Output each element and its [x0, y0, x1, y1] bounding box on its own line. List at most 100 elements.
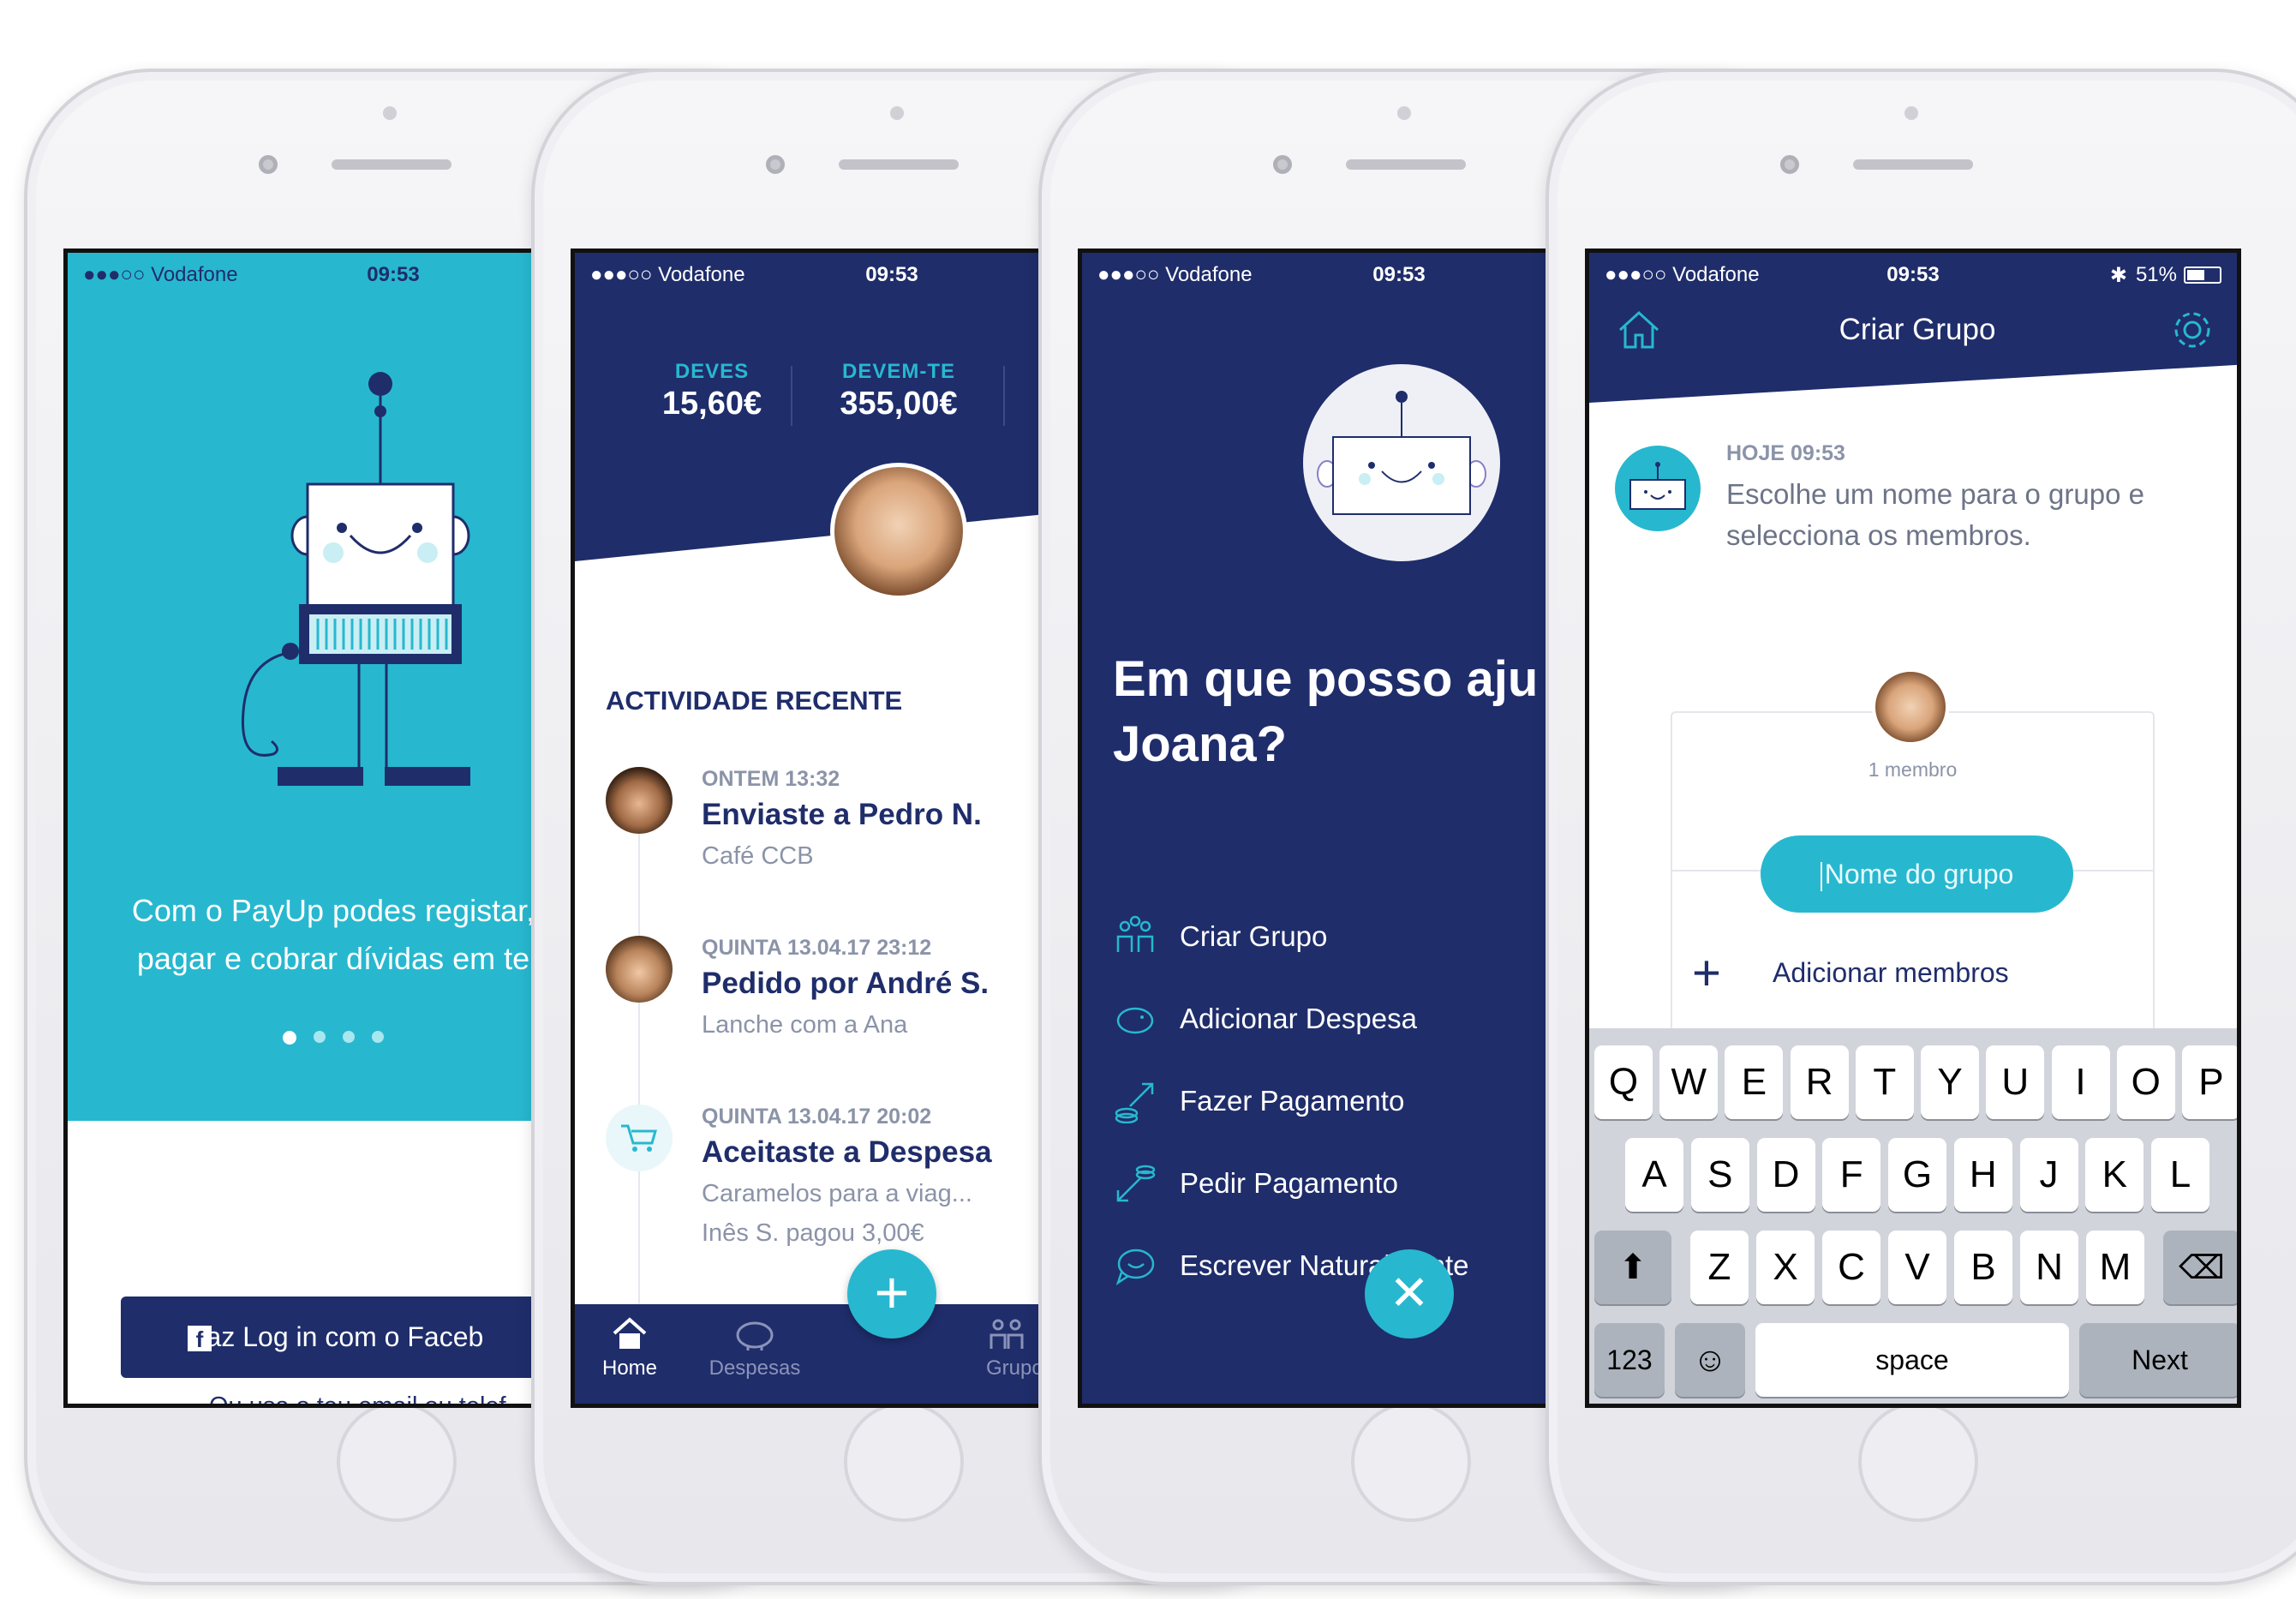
screen-create-group: ●●●○○ Vodafone 09:53 ✱ 51% Criar Grupo H… — [1585, 249, 2241, 1408]
activity-date: ONTEM 13:32 — [702, 767, 840, 791]
keyboard-key[interactable]: L — [2151, 1138, 2209, 1212]
keyboard-key[interactable]: Y — [1921, 1045, 1980, 1119]
status-bar: ●●●○○ Vodafone 09:53 — [575, 253, 1072, 297]
activity-title: Aceitaste a Despesa — [702, 1135, 992, 1169]
space-key[interactable]: space — [1755, 1323, 2069, 1397]
menu-item-add-expense[interactable]: Adicionar Despesa — [1113, 978, 1581, 1060]
earpiece-speaker — [839, 159, 959, 170]
facebook-login-button[interactable]: f Faz Log in com o Faceb — [121, 1297, 556, 1378]
keyboard-key[interactable]: R — [1790, 1045, 1849, 1119]
home-button[interactable] — [1351, 1402, 1471, 1522]
keyboard-key[interactable]: A — [1625, 1138, 1683, 1212]
keyboard-key[interactable]: J — [2019, 1138, 2078, 1212]
cart-icon — [606, 1105, 673, 1171]
tab-expenses[interactable]: Despesas — [703, 1315, 806, 1380]
keyboard-key[interactable]: V — [1888, 1231, 1946, 1304]
tab-label: Home — [601, 1356, 658, 1380]
activity-title: Pedido por André S. — [702, 967, 990, 1000]
battery-icon — [2184, 266, 2221, 284]
keyboard-key[interactable]: P — [2181, 1045, 2237, 1119]
facebook-login-label: Faz Log in com o Faceb — [189, 1321, 484, 1352]
robot-icon — [1629, 462, 1686, 510]
page-dot[interactable] — [343, 1031, 355, 1043]
intro-line-2: pagar e cobrar dívidas em te — [136, 941, 530, 976]
keyboard-key[interactable]: W — [1659, 1045, 1719, 1119]
alt-login-link[interactable]: Ou usa o teu email ou telef — [209, 1392, 556, 1404]
carrier-label: ●●●○○ Vodafone — [1097, 263, 1253, 286]
status-bar: ●●●○○ Vodafone 09:53 — [1082, 253, 1581, 297]
numbers-key[interactable]: 123 — [1594, 1323, 1665, 1397]
next-key[interactable]: Next — [2079, 1323, 2237, 1397]
assistant-menu: Criar Grupo Adicionar Despesa Fazer Paga… — [1113, 895, 1581, 1307]
sensor-dot — [383, 106, 397, 120]
group-name-input[interactable]: Nome do grupo — [1761, 835, 2073, 913]
activity-date: QUINTA 13.04.17 20:02 — [702, 1105, 932, 1129]
home-button[interactable] — [1858, 1402, 1978, 1522]
menu-label: Fazer Pagamento — [1180, 1085, 1405, 1117]
balance-owed[interactable]: DEVEM-TE 355,00€ — [813, 360, 984, 422]
backspace-key[interactable]: ⌫ — [2163, 1231, 2237, 1304]
balance-owe[interactable]: DEVES 15,60€ — [626, 360, 798, 422]
keyboard-key[interactable]: X — [1756, 1231, 1815, 1304]
activity-subtitle: Café CCB — [702, 842, 814, 870]
add-fab-button[interactable]: + — [847, 1249, 936, 1338]
menu-item-write-naturally[interactable]: Escrever Naturalmente — [1113, 1225, 1581, 1307]
keyboard-key[interactable]: C — [1822, 1231, 1880, 1304]
emoji-key[interactable]: ☺ — [1675, 1323, 1745, 1397]
tab-home[interactable]: Home — [595, 1315, 664, 1380]
message-line-1: Escolhe um nome para o grupo e — [1726, 478, 2144, 510]
close-fab-button[interactable]: ✕ — [1365, 1249, 1454, 1338]
status-time: 09:53 — [367, 263, 420, 286]
home-button[interactable] — [337, 1402, 457, 1522]
member-avatar[interactable] — [1872, 668, 1949, 746]
menu-item-make-payment[interactable]: Fazer Pagamento — [1113, 1060, 1581, 1142]
keyboard-key[interactable]: S — [1690, 1138, 1749, 1212]
keyboard-key[interactable]: D — [1756, 1138, 1815, 1212]
page-dot-active[interactable] — [283, 1031, 296, 1045]
keyboard-row-2: ASDFGHJKL — [1625, 1138, 2209, 1212]
emoji-icon: ☺ — [1692, 1341, 1728, 1379]
screen-assistant: ●●●○○ Vodafone 09:53 Em que posso aju Jo… — [1078, 249, 1585, 1408]
shift-key[interactable]: ⬆ — [1594, 1231, 1671, 1304]
keyboard-key[interactable]: F — [1822, 1138, 1881, 1212]
page-dot[interactable] — [314, 1031, 326, 1043]
keyboard-key[interactable]: M — [2086, 1231, 2144, 1304]
keyboard-key[interactable]: U — [1986, 1045, 2045, 1119]
screen-onboarding: ●●●○○ Vodafone 09:53 Com o PayUp podes r… — [63, 249, 560, 1408]
keyboard-key[interactable]: N — [2020, 1231, 2078, 1304]
menu-item-create-group[interactable]: Criar Grupo — [1113, 895, 1581, 978]
user-avatar[interactable] — [830, 463, 967, 600]
keyboard-key[interactable]: I — [2051, 1045, 2110, 1119]
robot-illustration — [241, 372, 470, 786]
front-camera — [1273, 155, 1292, 174]
keyboard-key[interactable]: B — [1954, 1231, 2012, 1304]
activity-detail: Inês S. pagou 3,00€ — [702, 1219, 924, 1247]
gear-icon[interactable] — [2168, 306, 2220, 357]
keyboard-key[interactable]: Z — [1690, 1231, 1749, 1304]
add-members-button[interactable]: + Adicionar membros — [1692, 945, 2138, 1001]
keyboard-key[interactable]: K — [2085, 1138, 2144, 1212]
home-button[interactable] — [844, 1402, 964, 1522]
keyboard-key[interactable]: E — [1725, 1045, 1784, 1119]
status-time: 09:53 — [1372, 263, 1426, 286]
page-dot[interactable] — [372, 1031, 384, 1043]
bot-avatar — [1303, 364, 1500, 561]
keyboard-key[interactable]: H — [1953, 1138, 2012, 1212]
owed-value: 355,00€ — [840, 386, 958, 422]
status-bar: ●●●○○ Vodafone 09:53 ✱ 51% — [1589, 253, 2237, 297]
keyboard-key[interactable]: G — [1888, 1138, 1946, 1212]
tab-bar: Home Despesas Grupo — [575, 1304, 1072, 1404]
keyboard-key[interactable]: T — [1855, 1045, 1914, 1119]
earpiece-speaker — [1346, 159, 1466, 170]
section-title: ACTIVIDADE RECENTE — [606, 686, 903, 716]
keyboard-key[interactable]: Q — [1594, 1045, 1653, 1119]
text-cursor — [1820, 861, 1822, 891]
menu-item-request-payment[interactable]: Pedir Pagamento — [1113, 1142, 1581, 1225]
message-line-2: selecciona os membros. — [1726, 519, 2031, 551]
front-camera — [1780, 155, 1799, 174]
keyboard-key[interactable]: O — [2116, 1045, 2175, 1119]
keyboard: QWERTYUIOP ASDFGHJKL ⬆ ZXCVBNM ⌫ 123 ☺ s… — [1589, 1028, 2237, 1404]
carrier-label: ●●●○○ Vodafone — [590, 263, 745, 286]
heading-line-2: Joana? — [1113, 716, 1288, 772]
front-camera — [766, 155, 785, 174]
